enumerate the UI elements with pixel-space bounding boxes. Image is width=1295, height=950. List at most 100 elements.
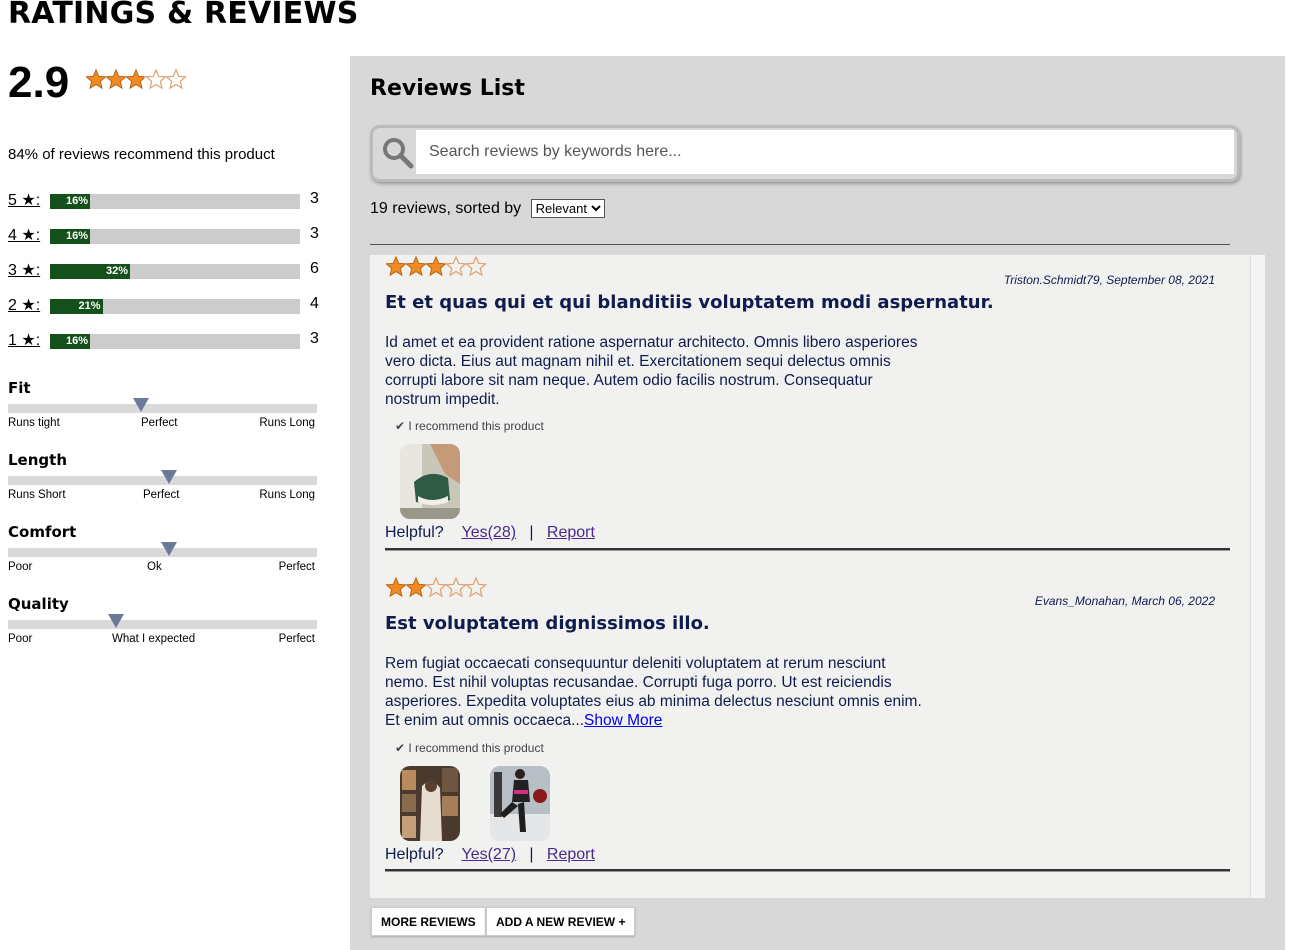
page-title: RATINGS & REVIEWS — [8, 0, 359, 31]
more-reviews-button[interactable]: MORE REVIEWS — [371, 907, 486, 936]
star-outline-icon — [425, 576, 447, 598]
review-body: Id amet et ea provident ratione aspernat… — [385, 333, 925, 409]
breakdown-label[interactable]: 2 ★: — [8, 295, 40, 315]
review-author-date: Triston.Schmidt79, September 08, 2021 — [1003, 273, 1215, 287]
review-recommend: ✔ I recommend this product — [395, 419, 544, 433]
review-photos — [400, 766, 550, 841]
characteristic-track — [8, 620, 317, 629]
characteristic-mid-label: Ok — [147, 561, 162, 573]
characteristic-comfort: Comfort Poor Ok Perfect — [8, 523, 318, 573]
breakdown-label[interactable]: 4 ★: — [8, 225, 40, 245]
breakdown-count: 3 — [310, 190, 319, 207]
characteristic-low-label: Runs Short — [8, 489, 66, 501]
review-stars — [385, 255, 490, 284]
average-rating: 2.9 — [8, 58, 70, 107]
characteristic-name: Comfort — [8, 523, 77, 541]
sort-bar: 19 reviews, sorted by Relevant — [370, 199, 605, 218]
breakdown-row-2[interactable]: 2 ★: 21% 4 — [8, 295, 320, 330]
characteristic-quality: Quality Poor What I expected Perfect — [8, 595, 318, 645]
characteristic-name: Fit — [8, 379, 31, 397]
review-author-date: Evans_Monahan, March 06, 2022 — [1034, 594, 1215, 608]
breakdown-row-5[interactable]: 5 ★: 16% 3 — [8, 190, 320, 225]
breakdown-row-3[interactable]: 3 ★: 32% 6 — [8, 260, 320, 295]
characteristic-low-label: Poor — [8, 633, 33, 645]
review-photo-thumbnail[interactable] — [400, 444, 460, 519]
reviews-panel: Reviews List 19 reviews, sorted by Relev… — [350, 56, 1285, 950]
characteristic-mid-label: Perfect — [143, 489, 180, 501]
characteristic-high-label: Perfect — [278, 633, 315, 645]
characteristic-mid-label: Perfect — [141, 417, 178, 429]
breakdown-row-4[interactable]: 4 ★: 16% 3 — [8, 225, 320, 260]
breakdown-label[interactable]: 1 ★: — [8, 330, 40, 350]
add-review-button[interactable]: ADD A NEW REVIEW + — [486, 907, 636, 936]
star-outline-icon — [165, 68, 187, 90]
characteristic-high-label: Runs Long — [259, 489, 315, 501]
breakdown-fill: 16% — [50, 194, 90, 209]
breakdown-bar: 21% — [50, 299, 300, 314]
breakdown-count: 4 — [310, 295, 319, 312]
breakdown-count: 6 — [310, 260, 319, 277]
breakdown-fill: 16% — [50, 334, 90, 349]
helpful-label: Helpful? — [385, 524, 444, 541]
report-link[interactable]: Report — [547, 846, 595, 863]
review-photos — [400, 444, 460, 519]
star-filled-icon — [86, 68, 106, 89]
divider — [370, 244, 1230, 245]
characteristic-marker-icon — [132, 398, 149, 412]
breakdown-label[interactable]: 5 ★: — [8, 190, 40, 210]
star-filled-icon — [386, 576, 406, 597]
star-outline-icon — [465, 255, 487, 277]
characteristic-mid-label: What I expected — [112, 633, 196, 645]
star-outline-icon — [465, 576, 487, 598]
star-outline-icon — [445, 255, 467, 277]
helpful-divider: | — [529, 846, 534, 863]
characteristic-marker-icon — [160, 542, 177, 556]
rating-breakdown: 5 ★: 16% 3 4 ★: 16% 3 3 ★: 32% 6 2 ★: 21… — [8, 190, 320, 365]
review-body-text: Id amet et ea provident ratione aspernat… — [385, 334, 918, 408]
star-outline-icon — [145, 68, 167, 90]
review-photo-thumbnail[interactable] — [490, 766, 550, 841]
reviews-scroll-area[interactable]: Triston.Schmidt79, September 08, 2021 Et… — [370, 255, 1265, 898]
show-more-link[interactable]: Show More — [584, 712, 662, 729]
review-photo-thumbnail[interactable] — [400, 766, 460, 841]
characteristic-low-label: Poor — [8, 561, 33, 573]
characteristic-name: Quality — [8, 595, 69, 613]
star-filled-icon — [386, 255, 406, 276]
average-stars — [85, 68, 195, 99]
review-recommend: ✔ I recommend this product — [395, 741, 544, 755]
review-divider — [385, 869, 1230, 872]
breakdown-bar: 16% — [50, 334, 300, 349]
characteristic-high-label: Perfect — [278, 561, 315, 573]
breakdown-count: 3 — [310, 330, 319, 347]
breakdown-row-1[interactable]: 1 ★: 16% 3 — [8, 330, 320, 365]
star-filled-icon — [106, 68, 126, 89]
breakdown-label[interactable]: 3 ★: — [8, 260, 40, 280]
star-filled-icon — [426, 255, 446, 276]
breakdown-bar: 16% — [50, 229, 300, 244]
star-outline-icon — [445, 576, 467, 598]
reviews-list-title: Reviews List — [370, 76, 525, 101]
helpful-divider: | — [529, 524, 534, 541]
characteristic-marker-icon — [108, 614, 125, 628]
breakdown-fill: 32% — [50, 264, 130, 279]
breakdown-bar: 16% — [50, 194, 300, 209]
review-stars — [385, 576, 490, 605]
characteristic-high-label: Runs Long — [259, 417, 315, 429]
scrollbar[interactable] — [1250, 255, 1265, 898]
breakdown-bar: 32% — [50, 264, 300, 279]
report-link[interactable]: Report — [547, 524, 595, 541]
star-filled-icon — [406, 255, 426, 276]
characteristic-name: Length — [8, 451, 67, 469]
characteristic-length: Length Runs Short Perfect Runs Long — [8, 451, 318, 501]
characteristic-marker-icon — [160, 470, 177, 484]
helpful-yes-link[interactable]: Yes(27) — [461, 846, 516, 863]
recommend-summary: 84% of reviews recommend this product — [8, 146, 275, 163]
breakdown-fill: 21% — [50, 299, 103, 314]
star-filled-icon — [126, 68, 144, 89]
search-icon[interactable] — [381, 136, 415, 170]
search-input[interactable] — [416, 130, 1234, 174]
breakdown-fill: 16% — [50, 229, 90, 244]
search-bar — [370, 125, 1240, 182]
sort-select[interactable]: Relevant — [530, 199, 605, 218]
helpful-yes-link[interactable]: Yes(28) — [461, 524, 516, 541]
